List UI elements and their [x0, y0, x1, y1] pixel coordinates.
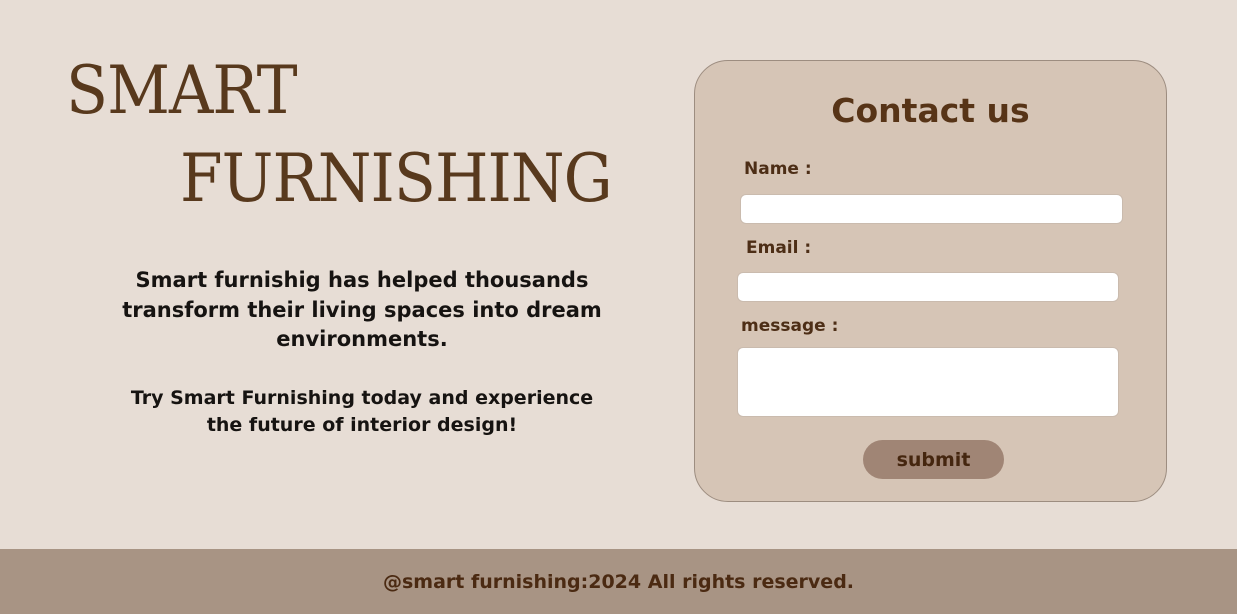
email-label: Email : — [746, 238, 812, 258]
brand-title-line-1: SMART — [66, 52, 298, 129]
cta-paragraph: Try Smart Furnishing today and experienc… — [130, 387, 594, 436]
message-textarea[interactable] — [737, 347, 1119, 417]
intro-paragraph: Smart furnishig has helped thousands tra… — [122, 268, 602, 351]
name-label: Name : — [744, 159, 812, 179]
brand-title-line-2: FURNISHING — [180, 140, 613, 217]
message-label: message : — [741, 316, 839, 336]
footer: @smart furnishing:2024 All rights reserv… — [0, 549, 1237, 614]
submit-button[interactable]: submit — [863, 440, 1004, 479]
email-input[interactable] — [737, 272, 1119, 302]
footer-copyright: @smart furnishing:2024 All rights reserv… — [382, 571, 855, 593]
contact-title: Contact us — [831, 91, 1030, 130]
name-input[interactable] — [740, 194, 1123, 224]
